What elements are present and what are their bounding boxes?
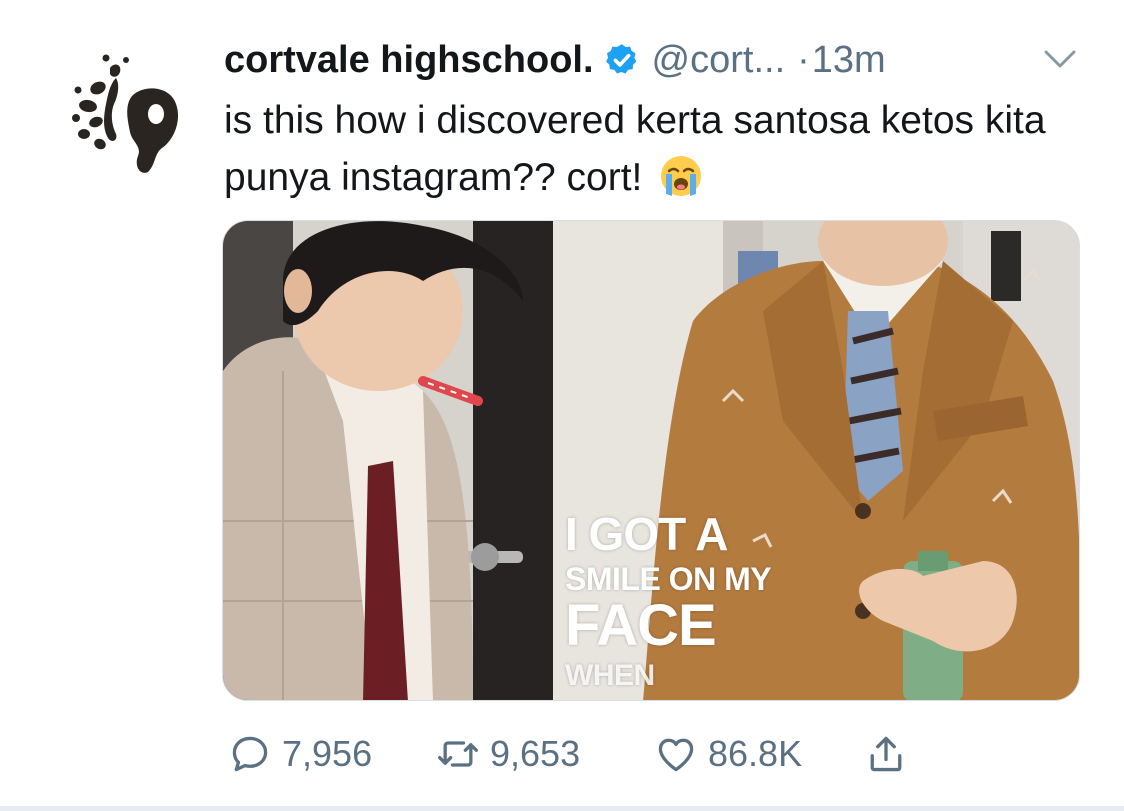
like-count: 86.8K xyxy=(708,733,803,774)
timestamp[interactable]: 13m xyxy=(812,39,886,82)
tweet-text-content: is this how i discovered kerta santosa k… xyxy=(224,99,1046,199)
avatar[interactable] xyxy=(58,48,186,176)
user-handle[interactable]: @cort... xyxy=(652,39,786,82)
retweet-button[interactable]: 9,653 xyxy=(436,730,654,778)
heart-icon xyxy=(658,738,694,772)
tweet-card[interactable]: cortvale highschool. @cort... · 13m is t… xyxy=(0,0,1124,811)
display-name[interactable]: cortvale highschool. xyxy=(224,39,594,82)
share-icon xyxy=(870,736,902,772)
reply-count: 7,956 xyxy=(282,733,373,774)
chevron-down-icon[interactable] xyxy=(1040,44,1080,74)
tweet-text: is this how i discovered kerta santosa k… xyxy=(224,92,1084,206)
tweet-header: cortvale highschool. @cort... · 13m xyxy=(224,38,886,82)
separator-dot: · xyxy=(797,38,810,81)
overlay-line-4: WHEN xyxy=(565,659,655,692)
overlay-line-1: I GOT A xyxy=(565,508,729,560)
overlay-line-3: FACE xyxy=(565,593,717,658)
loudly-crying-face-emoji xyxy=(661,156,702,196)
tweet-media[interactable]: I GOT A SMILE ON MY FACE WHEN xyxy=(222,220,1080,701)
retweet-count: 9,653 xyxy=(490,733,581,774)
reply-button[interactable]: 7,956 xyxy=(228,730,436,778)
tweet-actions: 7,956 9,653 86.8K xyxy=(228,730,908,778)
media-caption-overlay: I GOT A SMILE ON MY FACE WHEN xyxy=(565,508,772,692)
reply-icon xyxy=(232,736,268,772)
overlay-line-2: SMILE ON MY xyxy=(565,561,772,597)
verified-badge-icon xyxy=(605,44,636,74)
retweet-icon xyxy=(438,741,478,767)
like-button[interactable]: 86.8K xyxy=(654,730,864,778)
divider xyxy=(0,806,1124,811)
share-button[interactable] xyxy=(864,730,908,778)
